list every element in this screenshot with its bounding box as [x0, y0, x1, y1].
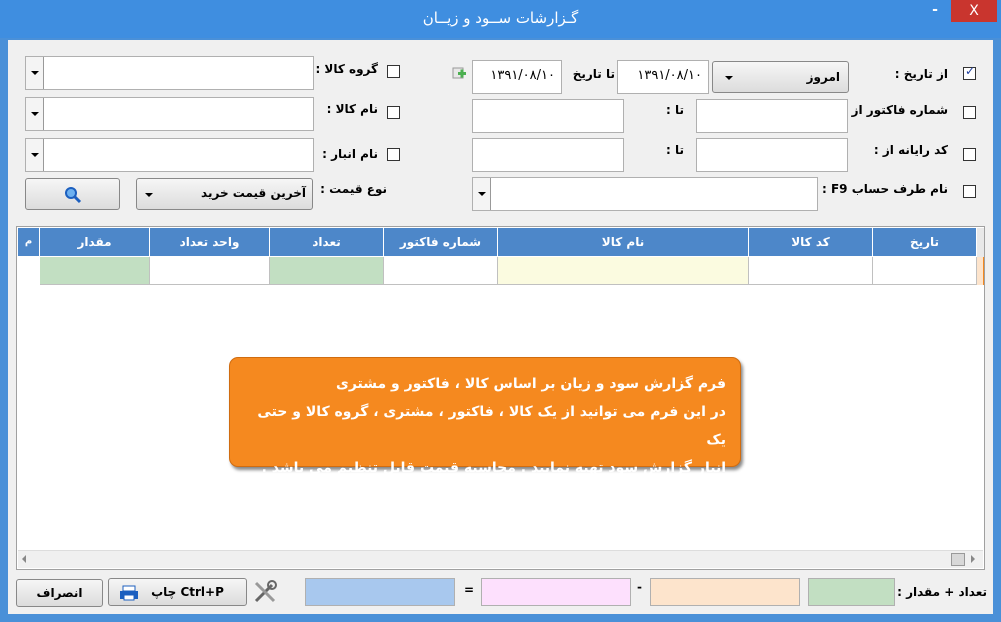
- column-header-truncated[interactable]: م: [18, 228, 40, 256]
- printer-icon: [120, 585, 138, 601]
- invoice-from-input[interactable]: [696, 99, 848, 133]
- account-label: نام طرف حساب F9 :: [821, 182, 948, 196]
- print-button[interactable]: چاپ Ctrl+P: [108, 578, 247, 606]
- cell-product-name[interactable]: [498, 257, 749, 285]
- column-header-quantity[interactable]: تعداد: [270, 228, 384, 256]
- column-header-invoice-number[interactable]: شماره فاكتور: [384, 228, 498, 256]
- column-header-product-name[interactable]: نام كالا: [498, 228, 749, 256]
- date-from-checkbox[interactable]: [963, 64, 976, 80]
- cell-quantity[interactable]: [270, 257, 384, 285]
- total-quantity-box: [808, 578, 895, 606]
- title-bar: گـزارشات ســود و زيــان - X: [0, 0, 1001, 38]
- total-cost-box: [650, 578, 800, 606]
- equals-sign: =: [464, 583, 475, 597]
- total-label: تعداد + مقدار :: [897, 585, 987, 599]
- product-name-dropdown[interactable]: [25, 97, 314, 131]
- code-from-input[interactable]: [696, 138, 848, 172]
- column-header-date[interactable]: تاريخ: [873, 228, 977, 256]
- product-group-dropdown[interactable]: [25, 56, 314, 90]
- date-preset-value: امروز: [806, 70, 840, 84]
- date-to-input[interactable]: ۱۳۹۱/۰۸/۱۰: [472, 60, 562, 94]
- cell-amount[interactable]: [40, 257, 150, 285]
- form-body: از تاريخ : امروز ۱۳۹۱/۰۸/۱۰ تا تاريخ ۱۳۹…: [8, 40, 993, 614]
- calendar-add-icon[interactable]: [451, 66, 467, 82]
- callout-line-1: فرم گزارش سود و زیان بر اساس کالا ، فاکت…: [336, 376, 726, 392]
- cancel-button[interactable]: انصراف: [16, 579, 103, 607]
- computer-code-checkbox[interactable]: [963, 148, 976, 161]
- price-type-label: نوع قيمت :: [320, 182, 387, 196]
- minimize-button[interactable]: -: [922, 2, 948, 24]
- search-button[interactable]: [25, 178, 120, 210]
- tools-icon[interactable]: [252, 579, 278, 605]
- scroll-thumb[interactable]: [951, 553, 965, 566]
- price-type-dropdown[interactable]: آخرين قيمت خريد: [136, 178, 313, 210]
- horizontal-scrollbar[interactable]: [18, 550, 983, 568]
- callout-line-2: در این فرم می توانید از یک کالا ، فاکتور…: [257, 404, 726, 448]
- row-indicator: [977, 257, 984, 285]
- chevron-down-icon: [473, 178, 491, 210]
- invoice-to-input[interactable]: [472, 99, 624, 133]
- account-checkbox[interactable]: [963, 185, 976, 198]
- date-preset-dropdown[interactable]: امروز: [712, 61, 849, 93]
- product-group-checkbox[interactable]: [387, 65, 400, 78]
- date-to-label: تا تاريخ: [572, 67, 615, 81]
- date-from-label: از تاريخ :: [894, 67, 948, 81]
- scroll-right-icon[interactable]: [971, 555, 975, 563]
- close-button[interactable]: X: [951, 0, 997, 22]
- invoice-number-checkbox[interactable]: [963, 106, 976, 119]
- price-type-value: آخرين قيمت خريد: [201, 186, 306, 200]
- callout-line-3: انبار گزارش سود تهیه نمایید . محاسبه قیم…: [261, 460, 726, 476]
- info-callout: فرم گزارش سود و زیان بر اساس کالا ، فاکت…: [229, 357, 741, 476]
- column-header-product-code[interactable]: كد كالا: [749, 228, 873, 256]
- search-icon: [65, 187, 82, 204]
- chevron-down-icon: [145, 193, 153, 197]
- cell-date[interactable]: [873, 257, 977, 285]
- code-to-input[interactable]: [472, 138, 624, 172]
- total-profit-box: [305, 578, 455, 606]
- cell-product-code[interactable]: [749, 257, 873, 285]
- product-name-label: نام كالا :: [326, 102, 378, 116]
- chevron-down-icon: [26, 139, 44, 171]
- product-group-label: گروه كالا :: [315, 62, 378, 76]
- chevron-down-icon: [26, 98, 44, 130]
- product-name-checkbox[interactable]: [387, 106, 400, 119]
- computer-code-label: كد رايانه از :: [873, 143, 948, 157]
- print-label: چاپ Ctrl+P: [151, 585, 224, 599]
- code-to-label: تا :: [666, 143, 684, 157]
- total-sales-box: [481, 578, 631, 606]
- scroll-left-icon[interactable]: [22, 555, 26, 563]
- column-header-quantity-unit[interactable]: واحد تعداد: [150, 228, 270, 256]
- column-header-amount[interactable]: مقدار: [40, 228, 150, 256]
- chevron-down-icon: [26, 57, 44, 89]
- window-title: گـزارشات ســود و زيــان: [422, 9, 579, 27]
- invoice-to-label: تا :: [666, 103, 684, 117]
- cell-invoice-number[interactable]: [384, 257, 498, 285]
- warehouse-label: نام انبار :: [322, 147, 378, 161]
- account-dropdown[interactable]: [472, 177, 818, 211]
- chevron-down-icon: [725, 76, 733, 80]
- warehouse-checkbox[interactable]: [387, 148, 400, 161]
- cell-quantity-unit[interactable]: [150, 257, 270, 285]
- warehouse-dropdown[interactable]: [25, 138, 314, 172]
- invoice-number-label: شماره فاكتور از :: [842, 103, 948, 117]
- date-from-input[interactable]: ۱۳۹۱/۰۸/۱۰: [617, 60, 709, 94]
- minus-sign: -: [637, 580, 642, 594]
